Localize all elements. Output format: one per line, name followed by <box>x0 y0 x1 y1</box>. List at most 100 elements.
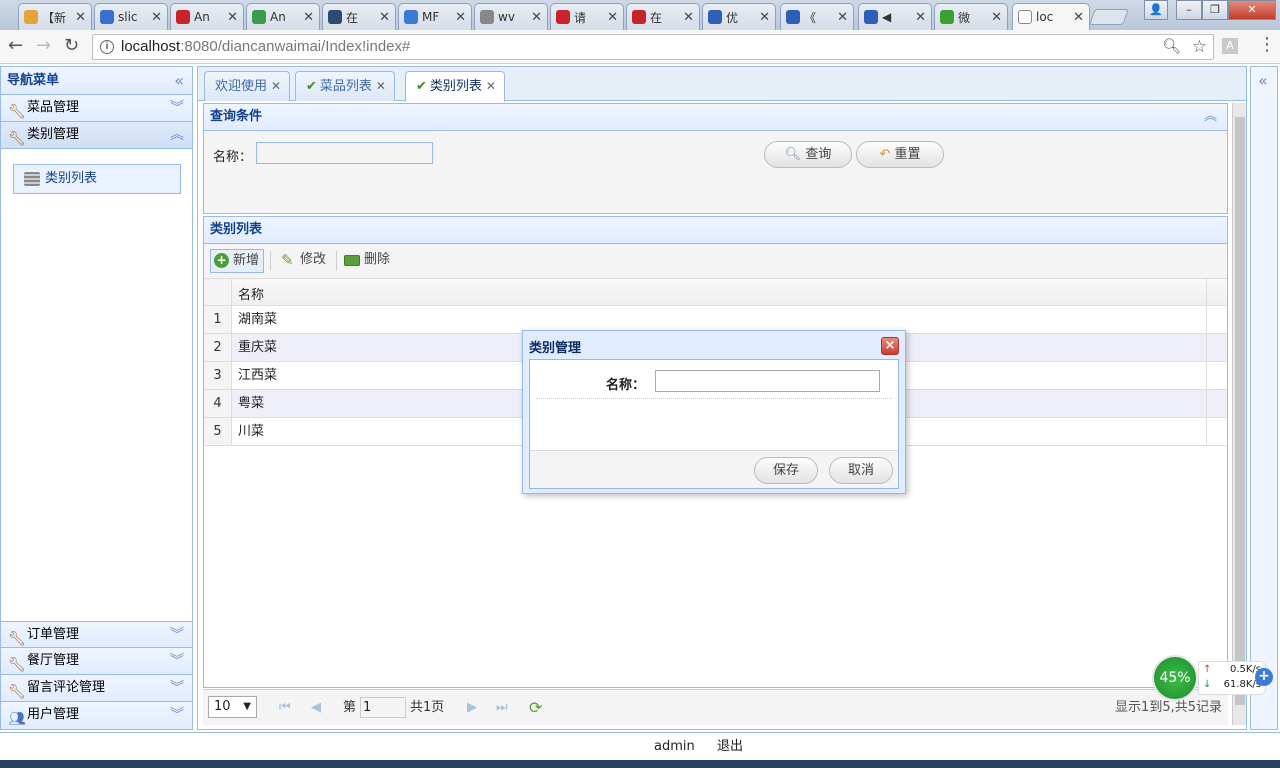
close-tab-icon[interactable]: ✕ <box>683 10 694 25</box>
close-icon[interactable]: ✕ <box>271 79 281 93</box>
close-tab-icon[interactable]: ✕ <box>75 10 86 25</box>
close-tab-icon[interactable]: ✕ <box>531 10 542 25</box>
name-search-input[interactable] <box>256 142 433 164</box>
browser-tab[interactable]: 《 ✕ <box>780 3 854 30</box>
page-size-select[interactable]: 10 ▼ <box>208 696 257 718</box>
close-icon[interactable]: ✕ <box>486 79 496 93</box>
delete-button[interactable]: 删除 <box>342 249 390 273</box>
vertical-scrollbar[interactable] <box>1232 103 1246 725</box>
column-header-name[interactable]: 名称 <box>238 284 264 303</box>
reload-icon[interactable]: ↻ <box>64 36 79 56</box>
row-number: 5 <box>204 418 232 445</box>
back-icon[interactable]: ← <box>8 36 23 56</box>
sidebar-section-restaurants[interactable]: 🔧︎ 餐厅管理 ︾ <box>1 648 192 675</box>
close-tab-icon[interactable]: ✕ <box>1073 10 1084 25</box>
minimize-button[interactable]: – <box>1176 0 1202 20</box>
next-page-icon[interactable]: ▶ <box>467 698 477 718</box>
sidebar-section-users[interactable]: 👥︎ 用户管理 ︾ <box>1 702 192 729</box>
chevron-down-icon[interactable]: ︾ <box>170 95 184 121</box>
tab-label: 欢迎使用 <box>215 79 268 94</box>
close-tab-icon[interactable]: ✕ <box>607 10 618 25</box>
footer-bar: admin 退出 <box>0 732 1280 760</box>
sidebar-section-dishes[interactable]: 🔧︎ 菜品管理 ︾ <box>1 95 192 122</box>
tab-category-list[interactable]: ✔ 类别列表 ✕ <box>405 71 505 102</box>
chevron-down-icon[interactable]: ︾ <box>170 648 184 674</box>
browser-tab[interactable]: loc ✕ <box>1012 3 1090 30</box>
chevron-down-icon[interactable]: ︾ <box>170 675 184 701</box>
close-tab-icon[interactable]: ✕ <box>759 10 770 25</box>
browser-tab[interactable]: 在 ✕ <box>626 3 700 30</box>
scrollbar-thumb[interactable] <box>1235 117 1245 705</box>
forward-icon[interactable]: → <box>36 36 51 56</box>
list-panel-header: 类别列表 <box>204 217 1227 244</box>
logout-link[interactable]: 退出 <box>717 733 743 761</box>
new-tab-button[interactable] <box>1089 9 1129 25</box>
bookmark-star-icon[interactable]: ☆ <box>1192 35 1207 59</box>
table-header: 名称 <box>204 279 1227 306</box>
menu-icon[interactable]: ⋮ <box>1258 36 1276 54</box>
browser-tab[interactable]: An ✕ <box>246 3 320 30</box>
download-arrow-icon: ↓ <box>1203 679 1212 690</box>
close-icon[interactable]: ✕ <box>376 79 386 93</box>
browser-tab[interactable]: 【新 ✕ <box>18 3 92 30</box>
user-icon[interactable]: 👤 <box>1144 0 1168 20</box>
zoom-icon[interactable]: 🔍︎ <box>1162 35 1181 59</box>
browser-tab[interactable]: 微 ✕ <box>934 3 1008 30</box>
add-button[interactable]: + 新增 <box>210 249 265 273</box>
search-button[interactable]: 🔍︎ 查询 <box>764 141 852 168</box>
browser-tab[interactable]: 请 ✕ <box>550 3 624 30</box>
chevron-up-icon[interactable]: ︽ <box>170 122 184 148</box>
info-icon[interactable]: i <box>100 40 114 54</box>
browser-tab[interactable]: wv ✕ <box>474 3 548 30</box>
browser-tab[interactable]: 优 ✕ <box>702 3 776 30</box>
browser-tab[interactable]: slic ✕ <box>94 3 168 30</box>
edit-button[interactable]: ✎ 修改 <box>278 249 326 273</box>
chevron-down-icon[interactable]: ︾ <box>170 622 184 648</box>
cancel-button[interactable]: 取消 <box>829 457 893 484</box>
close-tab-icon[interactable]: ✕ <box>837 10 848 25</box>
c-icon <box>252 10 266 24</box>
reset-button-label: 重置 <box>894 147 921 162</box>
dialog-name-input[interactable] <box>655 370 880 392</box>
close-tab-icon[interactable]: ✕ <box>151 10 162 25</box>
collapse-sidebar-icon[interactable]: « <box>174 67 184 95</box>
reset-button[interactable]: ↶ 重置 <box>856 141 944 168</box>
last-page-icon[interactable]: ⏭ <box>496 698 508 718</box>
chevron-down-icon[interactable]: ︾ <box>170 702 184 728</box>
refresh-icon[interactable]: ⟳ <box>529 698 542 718</box>
address-toolbar: ← → ↻ i localhost:8080/diancanwaimai/Ind… <box>0 30 1280 64</box>
first-page-icon[interactable]: ⏮ <box>279 698 291 718</box>
sidebar-section-orders[interactable]: 🔧︎ 订单管理 ︾ <box>1 621 192 648</box>
close-tab-icon[interactable]: ✕ <box>303 10 314 25</box>
close-tab-icon[interactable]: ✕ <box>455 10 466 25</box>
save-button[interactable]: 保存 <box>754 457 818 484</box>
sidebar-section-categories[interactable]: 🔧︎ 类别管理 ︽ <box>1 122 192 149</box>
browser-tab[interactable]: 在 ✕ <box>322 3 396 30</box>
expand-panel-icon[interactable]: « <box>1258 71 1268 90</box>
browser-tab[interactable]: ◀ ✕ <box>858 3 932 30</box>
close-tab-icon[interactable]: ✕ <box>227 10 238 25</box>
close-icon[interactable]: × <box>881 337 899 355</box>
close-window-button[interactable]: ✕ <box>1228 0 1276 20</box>
tab-welcome[interactable]: 欢迎使用 ✕ <box>204 71 291 101</box>
extension-icon[interactable]: A <box>1222 38 1238 54</box>
page-size-value: 10 <box>214 699 231 714</box>
prev-page-icon[interactable]: ◀ <box>311 698 321 718</box>
network-speed-widget[interactable]: 45% ↑ 0.5K/s ↓ 61.8K/s + <box>1152 655 1276 701</box>
plus-icon[interactable]: + <box>1255 668 1273 686</box>
sidebar-item-category-list[interactable]: 类别列表 <box>13 164 181 194</box>
pagination-bar: 10 ▼ ⏮ ◀ 第 1 共1页 ▶ ⏭ ⟳ 显示1到5,共5记录 <box>203 689 1228 725</box>
tab-dish-list[interactable]: ✔ 菜品列表 ✕ <box>295 71 395 101</box>
page-number-input[interactable]: 1 <box>360 697 406 718</box>
browser-tab[interactable]: MF ✕ <box>398 3 472 30</box>
list-toolbar: + 新增 ✎ 修改 删除 <box>204 244 1227 279</box>
close-tab-icon[interactable]: ✕ <box>991 10 1002 25</box>
close-tab-icon[interactable]: ✕ <box>915 10 926 25</box>
play-icon <box>708 10 722 24</box>
maximize-button[interactable]: ❐ <box>1202 0 1228 20</box>
sidebar-section-comments[interactable]: 🔧︎ 留言评论管理 ︾ <box>1 675 192 702</box>
browser-tab[interactable]: An ✕ <box>170 3 244 30</box>
address-bar[interactable]: i localhost:8080/diancanwaimai/Index!ind… <box>92 34 1214 60</box>
close-tab-icon[interactable]: ✕ <box>379 10 390 25</box>
chevron-up-icon[interactable]: ︽ <box>1204 104 1217 130</box>
